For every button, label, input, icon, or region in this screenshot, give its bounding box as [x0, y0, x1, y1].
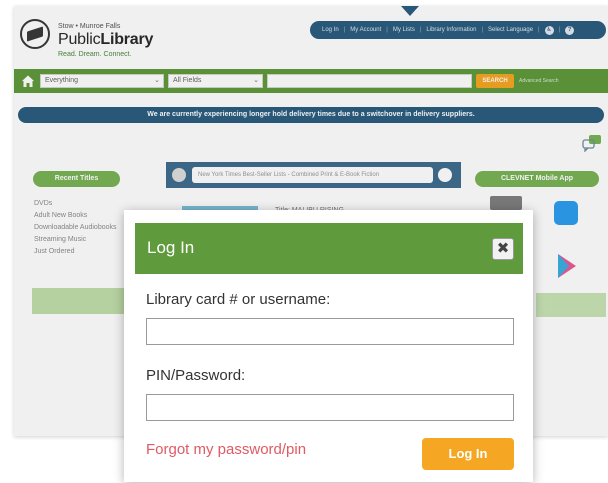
password-label: PIN/Password:: [146, 367, 246, 384]
forgot-password-link[interactable]: Forgot my password/pin: [146, 441, 306, 458]
login-dialog: Log In ✖ Library card # or username: PIN…: [124, 210, 533, 482]
login-dialog-header: Log In ✖: [135, 223, 523, 274]
login-button[interactable]: Log In: [422, 438, 514, 470]
username-field[interactable]: [146, 318, 514, 345]
close-icon[interactable]: ✖: [492, 238, 514, 260]
username-label: Library card # or username:: [146, 291, 331, 308]
login-dialog-title: Log In: [147, 238, 195, 257]
password-field[interactable]: [146, 394, 514, 421]
